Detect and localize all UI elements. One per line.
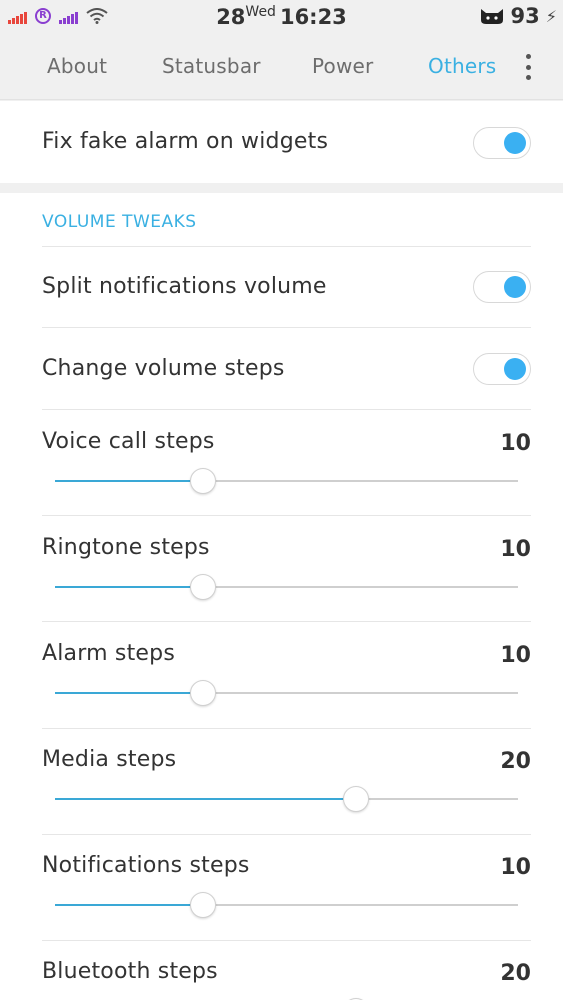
divider <box>42 327 531 328</box>
toggle-knob <box>504 276 526 298</box>
voice-call-steps-value: 10 <box>500 431 531 456</box>
tab-bar: About Statusbar Power Others <box>0 34 563 100</box>
battery-level: 93 <box>510 4 540 28</box>
tab-statusbar[interactable]: Statusbar <box>162 54 261 78</box>
change-volume-steps-toggle[interactable] <box>473 353 531 385</box>
media-steps-value: 20 <box>500 749 531 774</box>
divider <box>42 246 531 247</box>
change-volume-steps-label: Change volume steps <box>42 356 285 381</box>
split-notifications-volume-label: Split notifications volume <box>42 274 327 299</box>
status-bar: R 28Wed 16:23 93 ⚡ <box>0 0 563 34</box>
ringtone-steps-value: 10 <box>500 537 531 562</box>
voice-call-steps-label: Voice call steps <box>42 429 215 454</box>
divider <box>42 728 531 729</box>
toggle-knob <box>504 358 526 380</box>
slider-thumb[interactable] <box>190 680 217 706</box>
voice-call-steps-slider[interactable] <box>55 467 518 495</box>
weekday: Wed <box>245 4 276 20</box>
notifications-steps-value: 10 <box>500 855 531 880</box>
tab-power[interactable]: Power <box>312 54 373 78</box>
date: 28 <box>216 5 246 29</box>
ringtone-steps-label: Ringtone steps <box>42 535 210 560</box>
notifications-steps-slider[interactable] <box>55 891 518 919</box>
volume-tweaks-card: VOLUME TWEAKS Split notifications volume… <box>0 193 563 1000</box>
overflow-menu-icon[interactable] <box>523 54 533 80</box>
slider-thumb[interactable] <box>190 574 217 600</box>
cat-icon <box>480 9 503 24</box>
media-steps-label: Media steps <box>42 747 177 772</box>
divider <box>42 621 531 622</box>
tab-about[interactable]: About <box>47 54 107 78</box>
divider <box>42 834 531 835</box>
toggle-knob <box>504 132 526 154</box>
media-steps-slider[interactable] <box>55 785 518 813</box>
ringtone-steps-slider[interactable] <box>55 573 518 601</box>
tab-others[interactable]: Others <box>428 54 496 78</box>
volume-tweaks-header: VOLUME TWEAKS <box>42 212 197 232</box>
split-notifications-volume-toggle[interactable] <box>473 271 531 303</box>
slider-thumb[interactable] <box>342 786 369 812</box>
status-icons-right: 93 ⚡ <box>479 4 557 28</box>
bluetooth-steps-label: Bluetooth steps <box>42 959 218 984</box>
divider <box>42 409 531 410</box>
fix-fake-alarm-label: Fix fake alarm on widgets <box>42 129 329 154</box>
alarm-steps-value: 10 <box>500 643 531 668</box>
alarm-steps-slider[interactable] <box>55 679 518 707</box>
charging-icon: ⚡ <box>545 6 557 26</box>
divider <box>42 515 531 516</box>
divider <box>42 940 531 941</box>
fix-fake-alarm-toggle[interactable] <box>473 127 531 159</box>
alarm-steps-label: Alarm steps <box>42 641 175 666</box>
bluetooth-steps-value: 20 <box>500 961 531 986</box>
notifications-steps-label: Notifications steps <box>42 853 250 878</box>
slider-thumb[interactable] <box>190 468 217 494</box>
time: 16:23 <box>279 5 347 29</box>
slider-thumb[interactable] <box>190 892 217 918</box>
fix-fake-alarm-card: Fix fake alarm on widgets <box>0 101 563 183</box>
